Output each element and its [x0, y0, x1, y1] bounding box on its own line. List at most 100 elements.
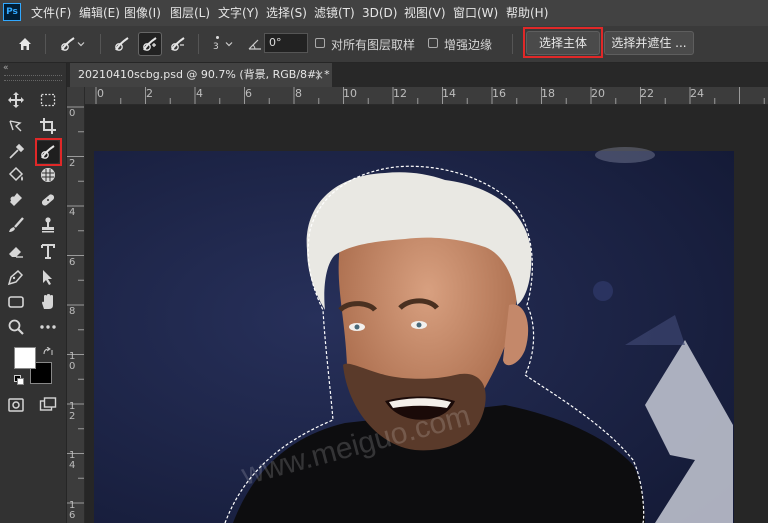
v-ruler-label: 1 4	[69, 450, 76, 471]
v-ruler-label: 0	[69, 108, 76, 119]
menu-layer[interactable]: 图层(L)	[170, 0, 210, 26]
add-to-selection-button[interactable]	[138, 32, 162, 56]
h-ruler-label: 14	[442, 87, 456, 100]
v-ruler-label: 6	[69, 257, 76, 268]
sphere-icon	[41, 168, 55, 182]
menu-window[interactable]: 窗口(W)	[453, 0, 498, 26]
brush-size-picker[interactable]: 3	[204, 32, 240, 56]
eyedropper-tool[interactable]	[5, 141, 27, 163]
lasso-tool[interactable]	[5, 115, 27, 137]
3d-material-tool[interactable]	[37, 164, 59, 186]
move-icon	[8, 92, 24, 108]
photoshop-logo: Ps	[3, 3, 21, 21]
chevron-down-icon	[77, 42, 85, 47]
clone-stamp-tool[interactable]	[37, 214, 59, 236]
spot-healing-tool[interactable]	[37, 189, 59, 211]
collapse-icon[interactable]: «	[3, 63, 9, 73]
screen-mode-button[interactable]	[37, 394, 59, 416]
home-icon	[19, 38, 31, 50]
brush-dot-icon	[216, 36, 219, 39]
more-tools[interactable]	[37, 316, 59, 338]
lasso-icon	[9, 120, 22, 132]
crop-icon	[40, 118, 56, 134]
hand-icon	[42, 294, 53, 309]
angle-icon	[248, 39, 261, 50]
healing-brush-icon	[10, 193, 22, 206]
highlight-quick-selection-tool	[35, 138, 62, 166]
menu-type[interactable]: 文字(Y)	[218, 0, 259, 26]
menu-bar: Ps 文件(F) 编辑(E) 图像(I) 图层(L) 文字(Y) 选择(S) 滤…	[0, 0, 768, 26]
more-icon	[40, 325, 56, 329]
document-tab[interactable]: 20210410scbg.psd @ 90.7% (背景, RGB/8#) * …	[70, 63, 332, 87]
path-selection-tool[interactable]	[37, 266, 59, 288]
tool-preset-picker[interactable]	[52, 32, 92, 56]
pen-tool[interactable]	[5, 266, 27, 288]
close-tab-icon[interactable]: ×	[314, 63, 324, 87]
brush-icon	[9, 217, 24, 232]
menu-3d[interactable]: 3D(D)	[362, 0, 397, 26]
subtract-from-selection-button[interactable]	[166, 32, 190, 56]
stamp-icon	[42, 217, 54, 233]
h-ruler-label: 10	[343, 87, 357, 100]
highlight-select-subject	[523, 27, 603, 58]
marquee-icon	[40, 93, 56, 107]
v-ruler-label: 2	[69, 158, 76, 169]
angle-input[interactable]: 0°	[264, 33, 308, 53]
brush-tool[interactable]	[5, 214, 27, 236]
path-selection-icon	[43, 270, 52, 285]
move-tool[interactable]	[5, 89, 27, 111]
bandaid-icon	[41, 194, 55, 206]
swap-colors-icon[interactable]	[43, 347, 53, 357]
h-ruler-label: 20	[591, 87, 605, 100]
quick-selection-icon	[61, 37, 75, 51]
type-tool[interactable]	[37, 240, 59, 262]
crop-tool[interactable]	[37, 115, 59, 137]
new-selection-button[interactable]	[110, 32, 134, 56]
enhance-edge-checkbox[interactable]	[428, 38, 438, 48]
menu-view[interactable]: 视图(V)	[404, 0, 446, 26]
h-ruler-label: 2	[146, 87, 153, 100]
marquee-tool[interactable]	[37, 89, 59, 111]
zoom-tool[interactable]	[5, 316, 27, 338]
pen-icon	[7, 269, 24, 286]
menu-edit[interactable]: 编辑(E)	[79, 0, 120, 26]
h-ruler-label: 16	[492, 87, 506, 100]
v-ruler-label: 1 6	[69, 500, 76, 521]
quick-mask-icon	[8, 398, 24, 412]
tools-panel: «	[0, 63, 67, 523]
eraser-icon	[9, 247, 23, 258]
menu-select[interactable]: 选择(S)	[266, 0, 307, 26]
menu-help[interactable]: 帮助(H)	[506, 0, 548, 26]
panel-grip[interactable]	[4, 75, 62, 81]
h-ruler-label: 6	[245, 87, 252, 100]
v-ruler-label: 1 2	[69, 401, 76, 422]
home-button[interactable]	[13, 32, 37, 56]
paint-bucket-icon	[8, 166, 24, 182]
eraser-tool[interactable]	[5, 240, 27, 262]
healing-brush-tool[interactable]	[5, 189, 27, 211]
quick-selection-add-icon	[143, 37, 157, 51]
canvas-area[interactable]: www.meiguo.com	[85, 105, 768, 523]
menu-image[interactable]: 图像(I)	[124, 0, 161, 26]
enhance-edge-label: 增强边缘	[444, 38, 493, 52]
hand-tool[interactable]	[37, 291, 59, 313]
quick-mask-button[interactable]	[5, 394, 27, 416]
document-image[interactable]: www.meiguo.com	[85, 105, 768, 523]
type-icon	[41, 244, 55, 259]
horizontal-ruler[interactable]: 0 2 4 6 8 10 12 14 16 18 20 22 24	[92, 87, 768, 105]
default-colors-icon[interactable]	[14, 375, 24, 385]
vertical-ruler[interactable]: 0 2 4 6 8 1 0 1 2 1 4 1 6	[67, 87, 85, 523]
select-and-mask-button[interactable]: 选择并遮住 ...	[604, 31, 694, 55]
sample-all-layers-checkbox[interactable]	[315, 38, 325, 48]
foreground-color-swatch[interactable]	[14, 347, 36, 369]
quick-selection-subtract-icon	[171, 37, 185, 51]
h-ruler-label: 0	[97, 87, 104, 100]
quick-selection-new-icon	[115, 37, 129, 51]
paint-bucket-tool[interactable]	[5, 164, 27, 186]
h-ruler-label: 18	[541, 87, 555, 100]
menu-filter[interactable]: 滤镜(T)	[314, 0, 355, 26]
h-ruler-label: 24	[690, 87, 704, 100]
menu-file[interactable]: 文件(F)	[31, 0, 71, 26]
rectangle-tool[interactable]	[5, 291, 27, 313]
h-ruler-label: 4	[196, 87, 203, 100]
